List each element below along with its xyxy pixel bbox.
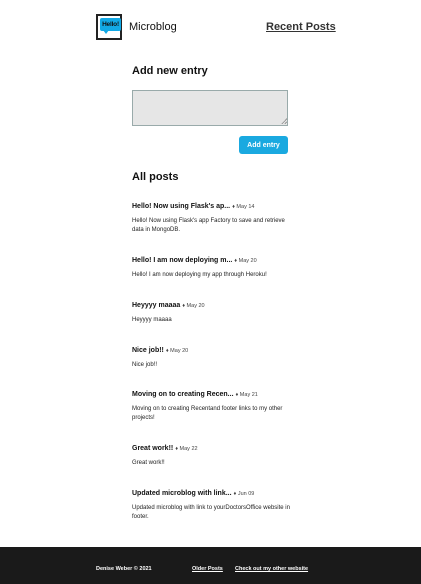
post-title[interactable]: Great work!! [132, 445, 173, 452]
post-date: ♦ May 22 [175, 446, 198, 452]
post-header: Moving on to creating Recen... ♦ May 21 [132, 390, 292, 400]
post-body: Hello! Now using Flask's app Factory to … [132, 218, 285, 233]
site-header: Hello! Microblog Recent Posts [0, 0, 421, 50]
post-title[interactable]: Hello! Now using Flask's ap... [132, 203, 230, 210]
post-title[interactable]: Hello! I am now deploying m... [132, 257, 232, 264]
post-date: ♦ May 14 [232, 204, 255, 210]
list-item: Moving on to creating Recen... ♦ May 21 … [132, 390, 292, 423]
post-header: Hello! Now using Flask's ap... ♦ May 14 [132, 202, 292, 212]
post-title[interactable]: Nice job!! [132, 347, 164, 354]
list-item: Hello! Now using Flask's ap... ♦ May 14 … [132, 202, 292, 235]
post-body: Heyyyy maaaa [132, 317, 172, 323]
list-item: Heyyyy maaaa ♦ May 20 Heyyyy maaaa [132, 301, 292, 325]
add-entry-heading: Add new entry [132, 65, 208, 77]
post-body: Nice job!! [132, 362, 158, 368]
entry-textarea[interactable] [132, 90, 288, 126]
older-posts-link[interactable]: Older Posts [192, 566, 223, 572]
copyright-text: Denise Weber © 2021 [96, 566, 152, 572]
post-date: ♦ May 20 [234, 258, 257, 264]
post-date: ♦ May 21 [235, 392, 258, 398]
logo[interactable]: Hello! [96, 14, 122, 40]
post-header: Nice job!! ♦ May 20 [132, 346, 292, 356]
post-date: ♦ May 20 [165, 348, 189, 354]
post-header: Heyyyy maaaa ♦ May 20 [132, 301, 292, 311]
list-item: Updated microblog with link... ♦ Jun 09 … [132, 489, 292, 522]
post-body: Moving on to creating Recentand footer l… [132, 406, 283, 421]
recent-posts-link[interactable]: Recent Posts [266, 21, 336, 33]
list-item: Great work!! ♦ May 22 Great work!! [132, 444, 292, 468]
post-header: Hello! I am now deploying m... ♦ May 20 [132, 256, 292, 266]
site-footer: Denise Weber © 2021 Older Posts Check ou… [0, 547, 421, 584]
post-body: Great work!! [132, 460, 165, 466]
post-body: Hello! I am now deploying my app through… [132, 272, 267, 278]
all-posts-heading: All posts [132, 171, 179, 183]
post-title[interactable]: Heyyyy maaaa [132, 302, 180, 309]
list-item: Nice job!! ♦ May 20 Nice job!! [132, 346, 292, 370]
speech-bubble-tail [103, 30, 109, 34]
post-header: Great work!! ♦ May 22 [132, 444, 292, 454]
other-website-link[interactable]: Check out my other website [235, 566, 308, 572]
post-title[interactable]: Updated microblog with link... [132, 490, 232, 497]
post-date: ♦ Jun 09 [233, 491, 255, 497]
add-entry-button[interactable]: Add entry [239, 136, 288, 154]
post-title[interactable]: Moving on to creating Recen... [132, 391, 234, 398]
post-header: Updated microblog with link... ♦ Jun 09 [132, 489, 292, 499]
post-date: ♦ May 20 [182, 303, 205, 309]
brand-name: Microblog [129, 21, 177, 33]
list-item: Hello! I am now deploying m... ♦ May 20 … [132, 256, 292, 280]
post-body: Updated microblog with link to yourDocto… [132, 505, 290, 520]
resize-grip-icon[interactable] [281, 118, 287, 124]
